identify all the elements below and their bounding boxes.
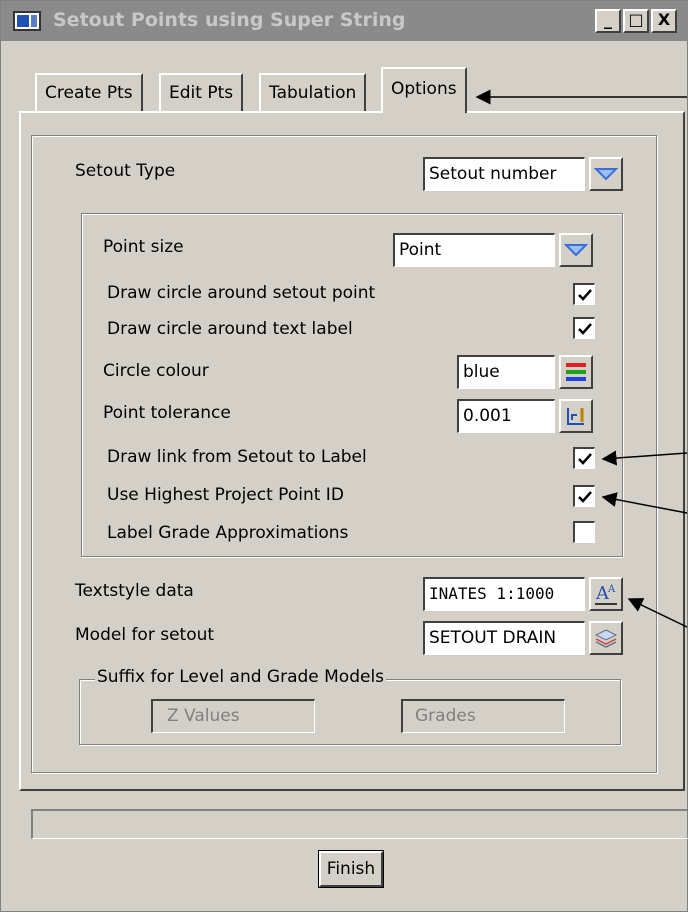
tab-options[interactable]: Options [381, 67, 467, 113]
arrow-highest-id [601, 492, 688, 514]
annotation-arrows [475, 89, 688, 628]
dialog-window: Setout Points using Super String _ □ X C… [0, 0, 688, 912]
arrow-textstyle [627, 598, 688, 628]
arrow-draw-link [601, 450, 688, 466]
